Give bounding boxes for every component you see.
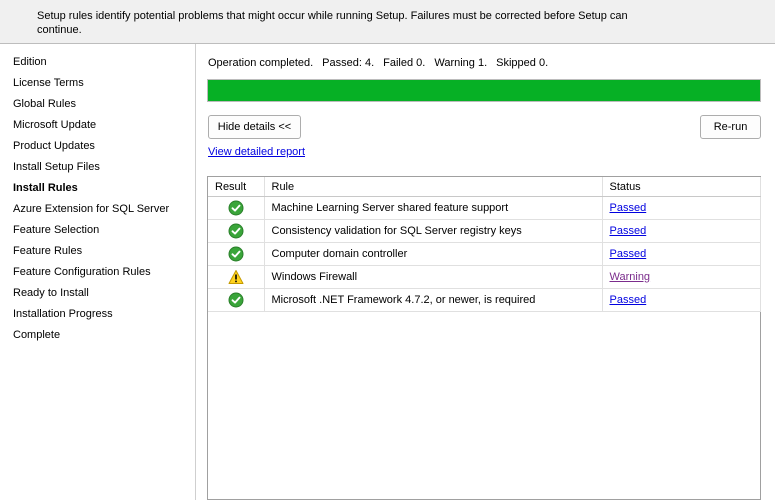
sidebar-item-feature-selection[interactable]: Feature Selection	[13, 224, 169, 245]
rule-cell: Consistency validation for SQL Server re…	[264, 219, 603, 243]
main-panel: Operation completed. Passed: 4. Failed 0. W…	[196, 44, 775, 500]
failed-count: Failed 0.	[383, 57, 426, 69]
success-check-icon	[228, 292, 244, 308]
header-banner: Setup rules identify potential problems …	[0, 0, 775, 44]
success-check-icon	[228, 200, 244, 216]
sidebar-item-feature-rules[interactable]: Feature Rules	[13, 245, 169, 266]
table-row[interactable]: Computer domain controller Passed	[208, 242, 761, 266]
sidebar-item-license-terms[interactable]: License Terms	[13, 77, 169, 98]
sidebar-item-ready-to-install[interactable]: Ready to Install	[13, 287, 169, 308]
column-header-result[interactable]: Result	[208, 177, 265, 197]
hide-details-button[interactable]: Hide details <<	[208, 115, 301, 139]
progress-bar-fill	[208, 80, 760, 101]
grid-header-row: Result Rule Status	[208, 177, 761, 197]
header-description: Setup rules identify potential problems …	[37, 10, 628, 36]
status-cell: Passed	[602, 196, 761, 220]
rule-cell: Computer domain controller	[264, 242, 603, 266]
table-row[interactable]: Consistency validation for SQL Server re…	[208, 219, 761, 243]
rule-cell: Windows Firewall	[264, 265, 603, 289]
rule-cell: Microsoft .NET Framework 4.7.2, or newer…	[264, 288, 603, 312]
operation-status-text: Operation completed.	[208, 57, 314, 69]
sidebar-item-feature-configuration-rules[interactable]: Feature Configuration Rules	[13, 266, 169, 287]
status-link-passed[interactable]: Passed	[610, 225, 647, 237]
sidebar-steps: Edition License Terms Global Rules Microsof…	[13, 56, 169, 350]
status-cell: Passed	[602, 288, 761, 312]
table-row[interactable]: Machine Learning Server shared feature s…	[208, 196, 761, 220]
result-cell	[208, 242, 265, 266]
status-cell: Passed	[602, 242, 761, 266]
sidebar-item-install-rules[interactable]: Install Rules	[13, 182, 169, 203]
warning-triangle-icon	[228, 269, 244, 285]
success-check-icon	[228, 223, 244, 239]
status-cell: Passed	[602, 219, 761, 243]
result-cell	[208, 219, 265, 243]
progress-bar	[207, 79, 761, 102]
result-cell	[208, 288, 265, 312]
sidebar-item-installation-progress[interactable]: Installation Progress	[13, 308, 169, 329]
rerun-button[interactable]: Re-run	[700, 115, 761, 139]
sidebar-item-microsoft-update[interactable]: Microsoft Update	[13, 119, 169, 140]
status-link-passed[interactable]: Passed	[610, 202, 647, 214]
table-row[interactable]: Microsoft .NET Framework 4.7.2, or newer…	[208, 288, 761, 312]
sidebar-item-edition[interactable]: Edition	[13, 56, 169, 77]
result-cell	[208, 265, 265, 289]
operation-status-line: Operation completed. Passed: 4. Failed 0. W…	[208, 57, 557, 69]
sidebar-item-install-setup-files[interactable]: Install Setup Files	[13, 161, 169, 182]
result-cell	[208, 196, 265, 220]
table-row[interactable]: Windows Firewall Warning	[208, 265, 761, 289]
sidebar-item-global-rules[interactable]: Global Rules	[13, 98, 169, 119]
passed-count: Passed: 4.	[322, 57, 375, 69]
sidebar-item-azure-extension-for-sql-server[interactable]: Azure Extension for SQL Server	[13, 203, 169, 224]
sidebar-item-complete[interactable]: Complete	[13, 329, 169, 350]
status-link-warning[interactable]: Warning	[610, 271, 651, 283]
status-cell: Warning	[602, 265, 761, 289]
sidebar-item-product-updates[interactable]: Product Updates	[13, 140, 169, 161]
warning-count: Warning 1.	[434, 57, 488, 69]
success-check-icon	[228, 246, 244, 262]
column-header-status[interactable]: Status	[602, 177, 761, 197]
view-detailed-report-link[interactable]: View detailed report	[208, 146, 305, 158]
rules-grid: Result Rule Status Machine Learning Serv…	[207, 176, 761, 500]
sidebar: Edition License Terms Global Rules Microsof…	[0, 44, 196, 500]
skipped-count: Skipped 0.	[496, 57, 549, 69]
status-link-passed[interactable]: Passed	[610, 248, 647, 260]
rule-cell: Machine Learning Server shared feature s…	[264, 196, 603, 220]
column-header-rule[interactable]: Rule	[264, 177, 603, 197]
status-link-passed[interactable]: Passed	[610, 294, 647, 306]
